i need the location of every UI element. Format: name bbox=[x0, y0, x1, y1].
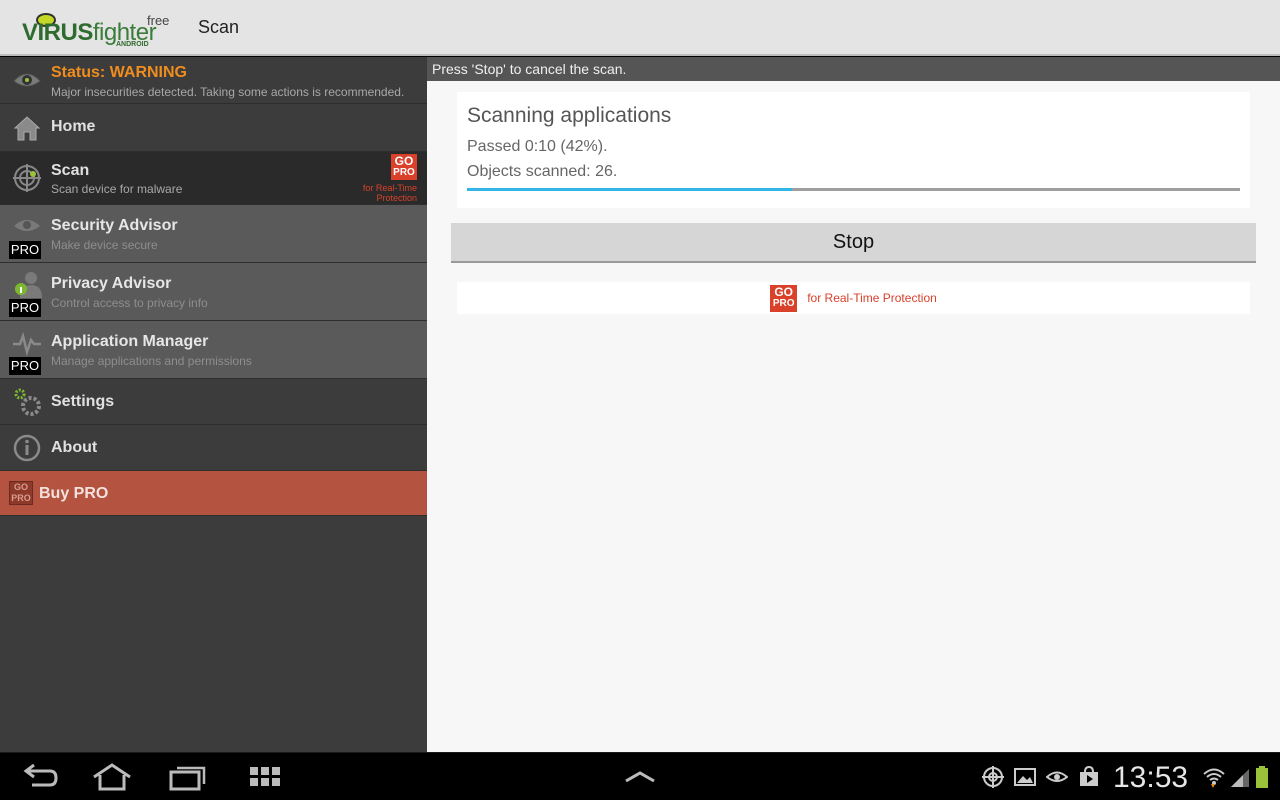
logo-android-label: ANDROID bbox=[116, 41, 149, 48]
go-pro-icon-go: GO bbox=[13, 482, 28, 492]
scan-objects-count: Objects scanned: 26. bbox=[467, 163, 618, 180]
sidebar-item-description: Make device secure bbox=[51, 238, 158, 252]
sidebar-item-privacy-advisor[interactable]: PRO Privacy Advisor Control access to pr… bbox=[0, 263, 427, 321]
sidebar-item-label: About bbox=[51, 439, 98, 456]
sidebar-item-description: Scan device for malware bbox=[51, 182, 183, 196]
page-title: Scan bbox=[198, 16, 240, 37]
go-pro-icon-pro: PRO bbox=[772, 297, 795, 309]
heartbeat-icon bbox=[13, 331, 41, 357]
eye-notification-icon[interactable] bbox=[1046, 766, 1068, 788]
main-content: Press 'Stop' to cancel the scan. Scannin… bbox=[427, 57, 1280, 752]
scan-progress-fill bbox=[467, 188, 792, 191]
home-icon[interactable] bbox=[92, 763, 132, 791]
eye-icon bbox=[14, 219, 40, 231]
back-icon[interactable] bbox=[20, 763, 60, 791]
sidebar-item-settings[interactable]: Settings bbox=[0, 379, 427, 425]
battery-icon[interactable] bbox=[1254, 766, 1270, 788]
sidebar-item-label: Home bbox=[51, 118, 96, 135]
signal-strength-icon[interactable] bbox=[1229, 766, 1251, 788]
sidebar-item-label: Settings bbox=[51, 393, 115, 410]
go-pro-promo[interactable]: GO PRO for Real-Time Protection bbox=[457, 282, 1250, 314]
status-description: Major insecurities detected. Taking some… bbox=[51, 85, 405, 99]
app-window: VIRUSfighter free ANDROID Scan Status: W… bbox=[0, 0, 1280, 800]
recent-apps-icon[interactable] bbox=[168, 763, 208, 791]
chevron-up-icon[interactable] bbox=[620, 763, 660, 791]
go-pro-icon: GO PRO bbox=[770, 284, 798, 312]
eye-warning-icon bbox=[13, 73, 41, 87]
logo-free-label: free bbox=[147, 13, 170, 28]
go-pro-badge-go: GO bbox=[394, 154, 414, 168]
sidebar-item-label: Buy PRO bbox=[39, 485, 109, 502]
scan-title: Scanning applications bbox=[467, 104, 672, 127]
go-pro-icon-go: GO bbox=[774, 284, 794, 299]
pro-tag: PRO bbox=[9, 357, 41, 375]
stop-button[interactable]: Stop bbox=[451, 223, 1256, 263]
sidebar-item-about[interactable]: About bbox=[0, 425, 427, 471]
go-pro-icon-pro: PRO bbox=[11, 493, 31, 503]
sidebar-item-label: Scan bbox=[51, 162, 90, 179]
scan-progress-bar bbox=[467, 188, 1240, 191]
store-notification-icon[interactable] bbox=[1078, 766, 1100, 788]
image-notification-icon[interactable] bbox=[1014, 766, 1036, 788]
go-pro-badge-pro: PRO bbox=[393, 167, 415, 178]
sidebar-item-scan[interactable]: Scan Scan device for malware GO PRO for R… bbox=[0, 152, 427, 205]
go-pro-note: for Real-Time Protection bbox=[362, 183, 417, 203]
sidebar: Status: WARNING Major insecurities detec… bbox=[0, 57, 427, 752]
sidebar-item-buy-pro[interactable]: GO PRO Buy PRO bbox=[0, 471, 427, 516]
hint-bar: Press 'Stop' to cancel the scan. bbox=[427, 57, 1280, 81]
promo-text: for Real-Time Protection bbox=[807, 291, 937, 305]
virusfighter-logo[interactable]: VIRUSfighter free ANDROID bbox=[22, 5, 172, 49]
info-icon bbox=[13, 434, 41, 461]
pro-tag: PRO bbox=[9, 241, 41, 259]
go-pro-badge[interactable]: GO PRO bbox=[391, 154, 417, 180]
radar-scan-icon bbox=[13, 164, 41, 192]
wifi-icon[interactable] bbox=[1203, 766, 1225, 788]
home-icon bbox=[13, 115, 41, 140]
clock[interactable]: 13:53 bbox=[1113, 761, 1188, 795]
sidebar-item-description: Manage applications and permissions bbox=[51, 354, 252, 368]
sidebar-item-application-manager[interactable]: PRO Application Manager Manage applicati… bbox=[0, 321, 427, 379]
person-info-icon bbox=[15, 271, 42, 298]
go-pro-icon: GO PRO bbox=[9, 481, 33, 505]
scan-elapsed: Passed 0:10 (42%). bbox=[467, 138, 608, 155]
scan-progress-card: Scanning applications Passed 0:10 (42%).… bbox=[457, 92, 1250, 208]
sidebar-item-status[interactable]: Status: WARNING Major insecurities detec… bbox=[0, 57, 427, 104]
sidebar-item-description: Control access to privacy info bbox=[51, 296, 208, 310]
sidebar-item-security-advisor[interactable]: PRO Security Advisor Make device secure bbox=[0, 205, 427, 263]
sidebar-item-home[interactable]: Home bbox=[0, 104, 427, 152]
status-label: Status: WARNING bbox=[51, 64, 187, 81]
target-notification-icon[interactable] bbox=[982, 766, 1004, 788]
sidebar-item-label: Privacy Advisor bbox=[51, 275, 172, 292]
sidebar-item-label: Application Manager bbox=[51, 333, 209, 350]
system-navigation-bar: 13:53 bbox=[0, 752, 1280, 800]
sidebar-item-label: Security Advisor bbox=[51, 217, 178, 234]
action-bar: VIRUSfighter free ANDROID Scan bbox=[0, 0, 1280, 56]
gear-icon bbox=[14, 388, 41, 416]
pro-tag: PRO bbox=[9, 299, 41, 317]
app-grid-icon[interactable] bbox=[246, 763, 286, 791]
logo-word-virus: VIRUS bbox=[22, 19, 93, 46]
